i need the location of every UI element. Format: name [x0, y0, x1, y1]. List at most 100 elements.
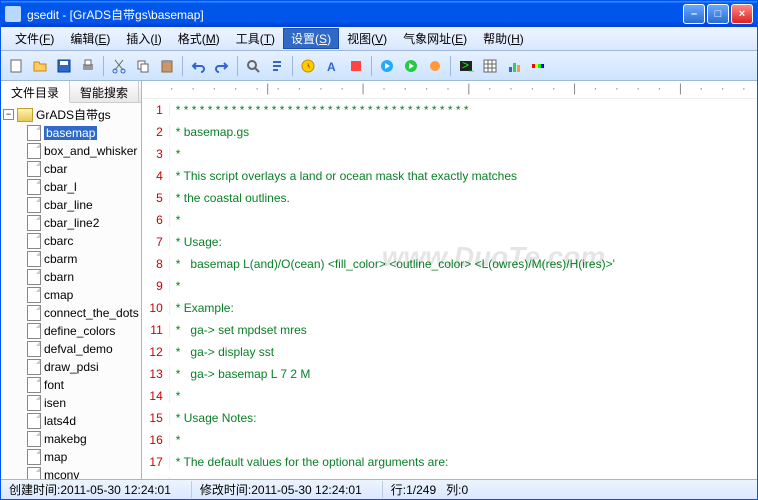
file-icon [27, 125, 41, 141]
tree-item[interactable]: defval_demo [3, 340, 139, 358]
tree-item[interactable]: cbarm [3, 250, 139, 268]
play-green-button[interactable] [400, 55, 422, 77]
menu-h[interactable]: 帮助(H) [475, 28, 532, 49]
run-button[interactable] [297, 55, 319, 77]
line-text: * The default values for the optional ar… [170, 455, 449, 469]
line-number: 18 [142, 477, 170, 479]
menu-m[interactable]: 格式(M) [170, 28, 228, 49]
tab-file-tree[interactable]: 文件目录 [1, 81, 70, 103]
tree-item[interactable]: box_and_whisker [3, 142, 139, 160]
menu-i[interactable]: 插入(I) [118, 28, 169, 49]
redo-button[interactable] [211, 55, 233, 77]
menu-f[interactable]: 文件(F) [7, 28, 62, 49]
grid-icon [482, 58, 498, 74]
code-line[interactable]: 15* Usage Notes: [142, 407, 757, 429]
print-button[interactable] [77, 55, 99, 77]
code-line[interactable]: 1* * * * * * * * * * * * * * * * * * * *… [142, 99, 757, 121]
play-blue-button[interactable] [376, 55, 398, 77]
tree-item[interactable]: mconv [3, 466, 139, 479]
menu-s[interactable]: 设置(S) [283, 28, 339, 49]
tree-item-label: cbar_l [44, 180, 77, 194]
code-line[interactable]: 9* [142, 275, 757, 297]
code-line[interactable]: 4* This script overlays a land or ocean … [142, 165, 757, 187]
line-text: * * * * * * * * * * * * * * * * * * * * … [170, 103, 469, 117]
terminal-button[interactable]: >_ [455, 55, 477, 77]
menu-e[interactable]: 编辑(E) [62, 28, 118, 49]
code-line[interactable]: 5* the coastal outlines. [142, 187, 757, 209]
color-button[interactable] [345, 55, 367, 77]
code-line[interactable]: 2* basemap.gs [142, 121, 757, 143]
code-line[interactable]: 3* [142, 143, 757, 165]
save-button[interactable] [53, 55, 75, 77]
code-line[interactable]: 17* The default values for the optional … [142, 451, 757, 473]
code-area[interactable]: 1* * * * * * * * * * * * * * * * * * * *… [142, 99, 757, 479]
tree-item-label: cbar_line [44, 198, 93, 212]
tree-item[interactable]: cbar_line2 [3, 214, 139, 232]
code-line[interactable]: 7* Usage: [142, 231, 757, 253]
tree-item-label: box_and_whisker [44, 144, 137, 158]
collapse-icon[interactable]: − [3, 109, 14, 120]
titlebar[interactable]: gsedit - [GrADS自带gs\basemap] – □ × [1, 1, 757, 27]
circle-button[interactable] [424, 55, 446, 77]
tree-item[interactable]: isen [3, 394, 139, 412]
tree-item[interactable]: cbarc [3, 232, 139, 250]
line-number: 3 [142, 147, 170, 161]
code-line[interactable]: 13* ga-> basemap L 7 2 M [142, 363, 757, 385]
tree-item[interactable]: connect_the_dots [3, 304, 139, 322]
code-line[interactable]: 10* Example: [142, 297, 757, 319]
file-icon [27, 449, 41, 465]
file-icon [27, 215, 41, 231]
tab-smart-search[interactable]: 智能搜索 [70, 81, 139, 102]
copy-button[interactable] [132, 55, 154, 77]
rainbow-button[interactable] [527, 55, 549, 77]
font-a-button[interactable]: A [321, 55, 343, 77]
menu-v[interactable]: 视图(V) [339, 28, 395, 49]
line-text: * the coastal outlines. [170, 191, 290, 205]
code-line[interactable]: 8* basemap L(and)/O(cean) <fill_color> <… [142, 253, 757, 275]
open-button[interactable] [29, 55, 51, 77]
svg-text:A: A [327, 60, 336, 74]
status-created: 创建时间:2011-05-30 12:24:01 [9, 481, 171, 498]
close-button[interactable]: × [731, 4, 753, 24]
code-line[interactable]: 16* [142, 429, 757, 451]
toolbar-separator [450, 56, 451, 76]
line-number: 1 [142, 103, 170, 117]
file-icon [27, 233, 41, 249]
tree-item[interactable]: makebg [3, 430, 139, 448]
file-tree[interactable]: − GrADS自带gs basemap box_and_whiskercbar cb… [1, 103, 141, 479]
code-line[interactable]: 6* [142, 209, 757, 231]
menu-e[interactable]: 气象网址(E) [395, 28, 475, 49]
tree-item[interactable]: define_colors [3, 322, 139, 340]
tree-item[interactable]: cbarn [3, 268, 139, 286]
tree-root-node[interactable]: − GrADS自带gs [3, 105, 139, 124]
tree-item[interactable]: cmap [3, 286, 139, 304]
undo-button[interactable] [187, 55, 209, 77]
code-line[interactable]: 14* [142, 385, 757, 407]
tree-item[interactable]: font [3, 376, 139, 394]
line-text: * basemap L(and)/O(cean) <fill_color> <o… [170, 257, 615, 271]
grid-button[interactable] [479, 55, 501, 77]
paste-button[interactable] [156, 55, 178, 77]
tree-item[interactable]: basemap [3, 124, 139, 142]
new-button[interactable] [5, 55, 27, 77]
tree-item[interactable]: draw_pdsi [3, 358, 139, 376]
tree-item[interactable]: cbar_l [3, 178, 139, 196]
tree-item-label: isen [44, 396, 66, 410]
tree-item[interactable]: lats4d [3, 412, 139, 430]
tree-item[interactable]: map [3, 448, 139, 466]
bars-button[interactable] [503, 55, 525, 77]
color-icon [348, 58, 364, 74]
tree-item[interactable]: cbar [3, 160, 139, 178]
menu-t[interactable]: 工具(T) [228, 28, 283, 49]
line-text: * basemap.gs [170, 125, 249, 139]
cut-button[interactable] [108, 55, 130, 77]
editor-scroll[interactable]: · · · · ·|· · · · | · · · · | · · · · | … [142, 81, 757, 479]
replace-button[interactable] [266, 55, 288, 77]
code-line[interactable]: 12* ga-> display sst [142, 341, 757, 363]
code-line[interactable]: 11* ga-> set mpdset mres [142, 319, 757, 341]
tree-item[interactable]: cbar_line [3, 196, 139, 214]
minimize-button[interactable]: – [683, 4, 705, 24]
code-line[interactable]: 18* fill color 15, outline color 0, and … [142, 473, 757, 479]
maximize-button[interactable]: □ [707, 4, 729, 24]
find-button[interactable] [242, 55, 264, 77]
